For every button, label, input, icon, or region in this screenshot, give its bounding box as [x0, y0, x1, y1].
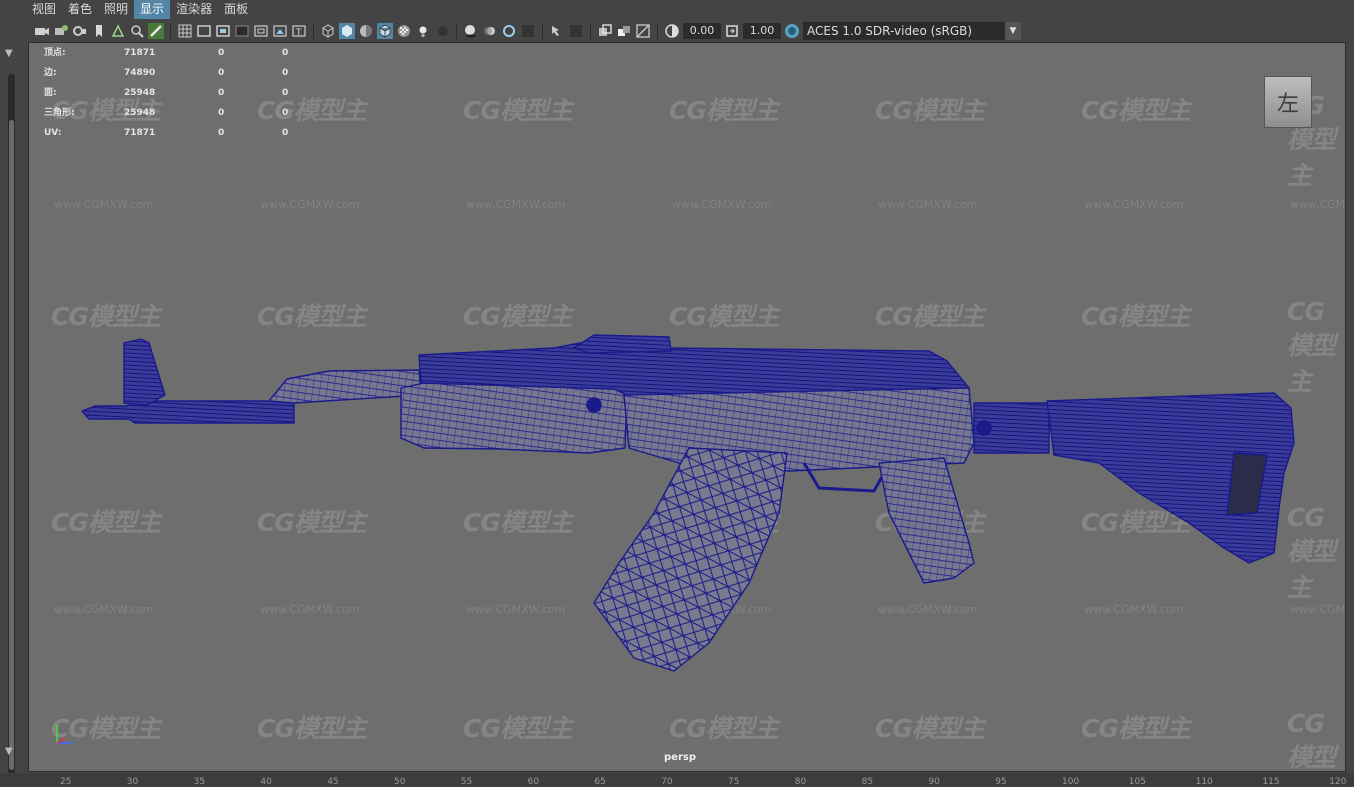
scroll-down-arrow-icon[interactable]: ▼	[5, 746, 13, 757]
ruler-tick-label: 85	[861, 777, 874, 787]
color-management-icon[interactable]	[784, 23, 800, 39]
ruler-tick-label: 90	[928, 777, 940, 787]
2d-pan-zoom-icon[interactable]	[129, 23, 145, 39]
menu-renderer[interactable]: 渲染器	[170, 0, 218, 19]
ruler-tick-label: 60	[527, 777, 540, 787]
camera-attributes-icon[interactable]	[53, 23, 69, 39]
ruler-tick-label: 50	[394, 777, 406, 787]
camera-name-label: persp	[664, 752, 696, 763]
stats-row-faces: 面: 25948 0 0	[44, 88, 289, 98]
stats-row-edges: 边: 74890 0 0	[44, 68, 289, 78]
ruler-tick-label: 115	[1262, 777, 1280, 787]
toolbar-separator	[657, 22, 658, 39]
ruler-tick-label: 35	[193, 777, 206, 787]
magazine	[593, 447, 788, 672]
default-material-icon[interactable]	[358, 23, 374, 39]
wireframe-icon[interactable]	[320, 23, 336, 39]
viewport-menubar: 视图 着色 照明 显示 渲染器 面板	[0, 0, 1354, 19]
viewport-3d[interactable]: CG模型主 CG模型主 CG模型主 CG模型主 www.CGMXW.com www.CGM…	[28, 42, 1346, 772]
ruler-tick-label: 30	[126, 777, 139, 787]
ruler-tick-label: 80	[794, 777, 807, 787]
ruler-tick-label: 95	[995, 777, 1007, 787]
resolution-gate-icon[interactable]	[215, 23, 231, 39]
shadows-icon[interactable]	[434, 23, 450, 39]
exposure-icon[interactable]	[664, 23, 680, 39]
exposure-field[interactable]	[683, 22, 721, 39]
field-chart-icon[interactable]	[253, 23, 269, 39]
ruler-tick-label: 105	[1128, 777, 1146, 787]
toolbar-separator	[456, 22, 457, 39]
wireframe-on-shaded-icon[interactable]	[377, 22, 393, 39]
backface-culling-icon[interactable]	[635, 23, 651, 39]
ruler-tick-label: 40	[260, 777, 272, 787]
toolbar-separator	[313, 22, 314, 39]
ruler-tick-label: 120	[1329, 777, 1347, 787]
pistol-grip	[878, 457, 975, 584]
stats-row-triangles: 三角形: 25948 0 0	[44, 108, 289, 118]
grid-icon[interactable]	[177, 23, 193, 39]
isolate-select-icon[interactable]	[549, 23, 565, 39]
ruler-tick-label: 55	[460, 777, 473, 787]
gate-mask-icon[interactable]	[234, 23, 250, 39]
menu-lighting[interactable]: 照明	[98, 0, 134, 19]
barrel	[81, 400, 295, 424]
ruler-tick-label: 45	[327, 777, 339, 787]
ruler-tick-label: 110	[1195, 777, 1213, 787]
gamma-icon[interactable]	[724, 23, 740, 39]
toolbar-separator	[590, 22, 591, 39]
xray-active-components-icon[interactable]	[616, 23, 632, 39]
scroll-up-arrow-icon[interactable]: ▼	[5, 48, 13, 59]
handguard	[400, 382, 628, 454]
menu-panels[interactable]: 面板	[218, 0, 254, 19]
bookmark-icon[interactable]	[91, 23, 107, 39]
gas-tube	[268, 369, 422, 404]
left-scroll-strip: ▼ ▼	[0, 42, 24, 787]
textured-icon[interactable]	[396, 23, 412, 39]
camera-icon[interactable]	[34, 23, 50, 39]
gamma-field[interactable]	[743, 22, 781, 39]
toolbar-separator	[542, 22, 543, 39]
film-gate-icon[interactable]	[196, 23, 212, 39]
bookmark-camera-icon[interactable]	[72, 23, 88, 39]
ruler-tick-label: 65	[594, 777, 606, 787]
menu-show[interactable]: 显示	[134, 0, 171, 19]
receiver-body	[623, 387, 975, 472]
color-transform-select[interactable]: ACES 1.0 SDR-video (sRGB) ▼	[803, 21, 1021, 40]
screen-space-ao-icon[interactable]	[463, 23, 479, 39]
grease-pencil-icon[interactable]	[148, 22, 164, 39]
view-cube[interactable]: 左	[1264, 76, 1312, 128]
axis-gizmo-icon	[56, 725, 73, 744]
chevron-down-icon[interactable]: ▼	[1005, 21, 1021, 40]
anti-aliasing-icon[interactable]	[501, 23, 517, 39]
xray-icon[interactable]	[568, 23, 584, 39]
motion-blur-icon[interactable]	[482, 23, 498, 39]
image-plane-icon[interactable]	[110, 23, 126, 39]
rear-sight	[573, 334, 672, 354]
svg-text:T: T	[295, 28, 302, 38]
ruler-tick-label: 75	[728, 777, 740, 787]
safe-action-icon[interactable]	[272, 23, 288, 39]
panel-toolbar: T ACES 1.0 SDR-video (sRGB) ▼	[0, 19, 1354, 42]
smooth-shade-icon[interactable]	[339, 22, 355, 39]
front-sight	[123, 338, 166, 406]
scrollbar-thumb[interactable]	[9, 120, 14, 770]
time-ruler[interactable]: 25 30 35 40 45 50 55 60 65 70 75 80 85 90 95 100 105 110 1…	[0, 773, 1354, 787]
menu-shading[interactable]: 着色	[62, 0, 98, 19]
stats-row-uvs: UV: 71871 0 0	[44, 128, 289, 138]
use-all-lights-icon[interactable]	[415, 23, 431, 39]
color-transform-value: ACES 1.0 SDR-video (sRGB)	[807, 23, 973, 38]
toolbar-separator	[170, 22, 171, 39]
stats-row-vertices: 顶点: 71871 0 0	[44, 48, 289, 58]
menu-view[interactable]: 视图	[26, 0, 62, 19]
bolt-handle	[586, 397, 602, 413]
depth-of-field-icon[interactable]	[520, 23, 536, 39]
ruler-tick-label: 100	[1062, 777, 1080, 787]
selector-pin	[976, 420, 992, 436]
xray-joints-icon[interactable]	[597, 23, 613, 39]
rifle-wireframe-model[interactable]	[29, 43, 1346, 772]
poly-count-hud: 顶点: 71871 0 0 边: 74890 0 0 面: 25948 0 0 …	[44, 43, 344, 143]
ruler-tick-label: 70	[661, 777, 673, 787]
safe-title-icon[interactable]: T	[291, 23, 307, 39]
ruler-tick-label: 25	[60, 777, 72, 787]
